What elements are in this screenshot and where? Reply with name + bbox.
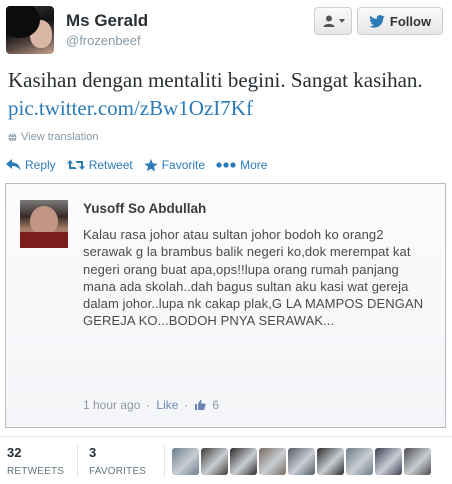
favorites-label: FAVORITES	[89, 466, 147, 477]
retweet-icon	[66, 160, 85, 170]
embedded-author-avatar	[20, 200, 68, 248]
thumbs-up-icon	[195, 399, 207, 410]
favoriter-avatar[interactable]	[375, 448, 402, 475]
favoriter-avatar[interactable]	[404, 448, 431, 475]
stat-separator-2	[164, 445, 165, 477]
user-actions-button[interactable]	[314, 7, 352, 35]
follow-label: Follow	[389, 13, 432, 29]
attached-photo[interactable]: Yusoff So Abdullah Kalau rasa johor atau…	[5, 183, 446, 428]
embedded-post-time: 1 hour ago	[83, 398, 141, 412]
favoriter-avatar[interactable]	[288, 448, 315, 475]
favoriter-avatar[interactable]	[259, 448, 286, 475]
embedded-author-name: Yusoff So Abdullah	[83, 201, 207, 216]
more-dots-icon	[216, 162, 236, 168]
favoriter-avatar[interactable]	[172, 448, 199, 475]
profile-name[interactable]: Ms Gerald	[66, 11, 148, 31]
stats-divider	[0, 436, 452, 437]
embedded-meta-separator-2: ·	[184, 398, 189, 412]
retweet-label: Retweet	[88, 158, 133, 172]
view-translation-link[interactable]: View translation	[8, 131, 98, 143]
reply-label: Reply	[25, 158, 56, 172]
more-label: More	[240, 158, 268, 172]
view-translation-label: View translation	[21, 131, 99, 143]
embedded-like-count: 6	[212, 398, 220, 412]
retweets-label: RETWEETS	[7, 466, 65, 477]
tweet-text: Kasihan dengan mentaliti begini. Sangat …	[8, 66, 444, 122]
embedded-avatar-shirt	[20, 232, 68, 248]
more-action[interactable]: More	[216, 158, 267, 172]
embedded-like-label: Like	[156, 398, 179, 412]
retweet-action[interactable]: Retweet	[66, 158, 133, 172]
tweet-media-link[interactable]: pic.twitter.com/zBw1OzI7Kf	[8, 96, 253, 120]
favoriter-avatar[interactable]	[201, 448, 228, 475]
chevron-down-icon	[338, 19, 345, 23]
twitter-bird-icon	[369, 14, 385, 28]
profile-handle[interactable]: @frozenbeef	[66, 33, 141, 48]
reply-action[interactable]: Reply	[6, 158, 56, 172]
favoriter-avatar[interactable]	[230, 448, 257, 475]
globe-icon	[8, 132, 17, 142]
embedded-meta-separator: ·	[146, 398, 151, 412]
profile-avatar[interactable]	[6, 6, 54, 54]
tweet-body: Kasihan dengan mentaliti begini. Sangat …	[8, 68, 423, 92]
favoriter-avatar[interactable]	[317, 448, 344, 475]
retweets-stat[interactable]: 32 RETWEETS	[7, 445, 64, 477]
favorites-count: 3	[89, 445, 97, 460]
user-icon	[323, 15, 334, 27]
star-icon	[144, 158, 158, 171]
favorite-action[interactable]: Favorite	[144, 158, 205, 172]
favorite-label: Favorite	[161, 158, 206, 172]
embedded-post-text: Kalau rasa johor atau sultan johor bodoh…	[83, 227, 424, 329]
reply-icon	[6, 159, 21, 171]
retweets-count: 32	[7, 445, 22, 460]
follow-button[interactable]: Follow	[357, 7, 443, 35]
favorites-stat[interactable]: 3 FAVORITES	[89, 445, 146, 477]
favoriter-avatars	[172, 448, 431, 475]
embedded-post-meta: 1 hour ago · Like · 6	[83, 398, 219, 412]
stat-separator	[77, 445, 78, 477]
favoriter-avatar[interactable]	[346, 448, 373, 475]
tweet-actions: Reply Retweet Favorite More	[6, 156, 278, 174]
